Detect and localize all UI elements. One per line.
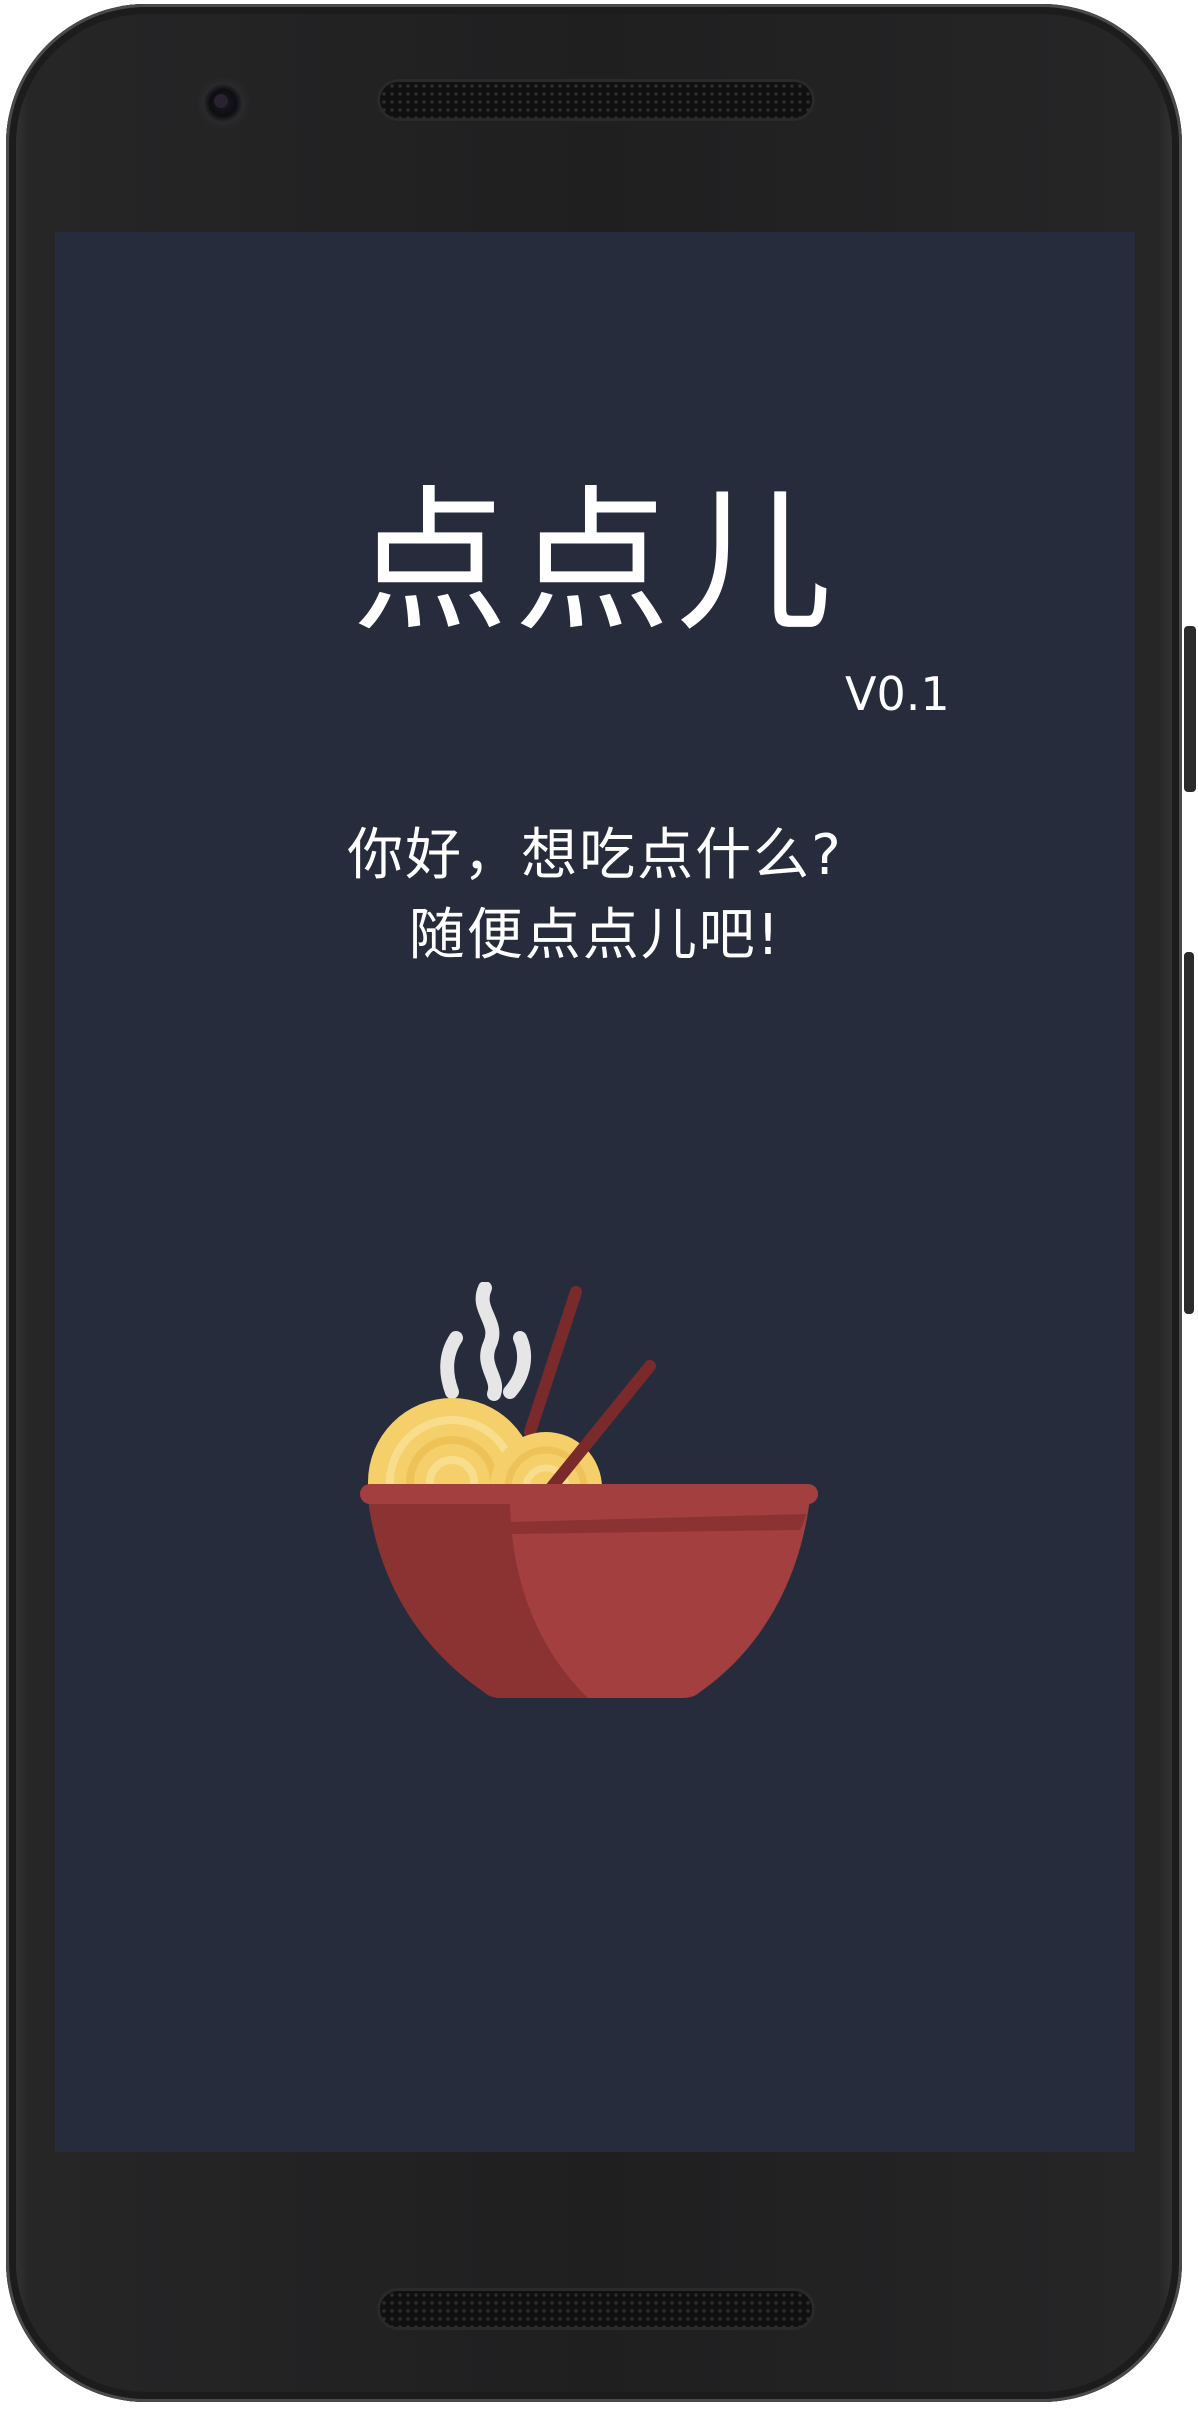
splash-screen: 点点儿 V0.1 你好，想吃点什么? 随便点点儿吧!: [55, 232, 1135, 2152]
steam-icon: [440, 1282, 532, 1401]
chopstick-back: [524, 1286, 582, 1438]
app-title: 点点儿: [352, 471, 838, 653]
volume-button[interactable]: [1184, 952, 1194, 1314]
greeting-line-1: 你好，想吃点什么?: [347, 823, 843, 888]
front-camera: [200, 80, 246, 126]
top-speaker: [380, 82, 812, 118]
power-button[interactable]: [1184, 626, 1196, 792]
bowl-icon: [360, 1484, 818, 1698]
noodle-bowl-icon: [360, 1282, 818, 1698]
greeting-line-2: 随便点点儿吧!: [408, 903, 782, 968]
bottom-speaker: [380, 2291, 812, 2327]
app-version: V0.1: [845, 667, 950, 721]
